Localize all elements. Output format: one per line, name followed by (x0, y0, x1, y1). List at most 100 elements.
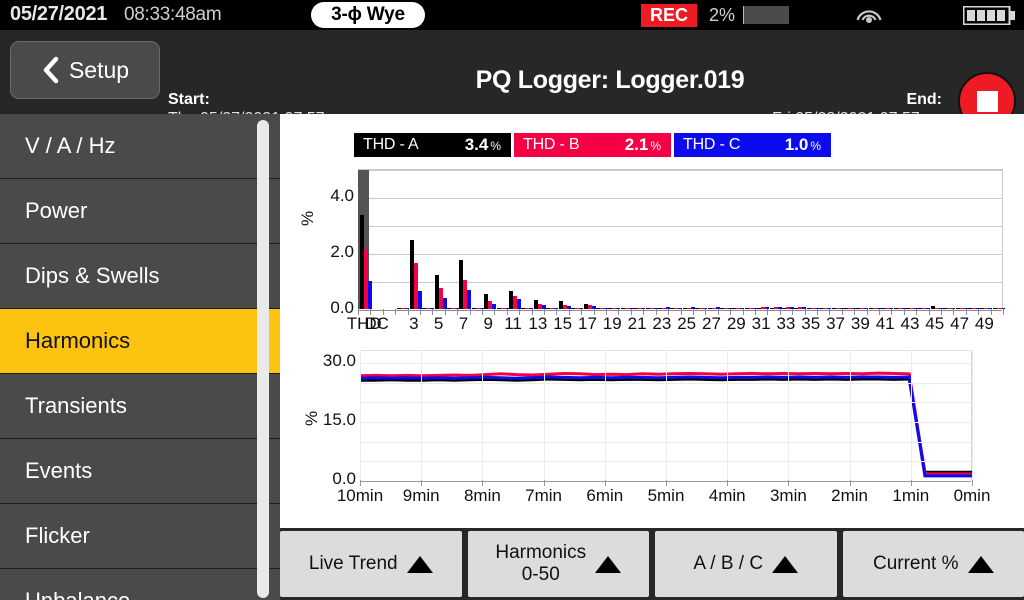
bar-group (918, 170, 930, 309)
bar-chart-x-label: DC (364, 314, 389, 334)
bar-group (856, 170, 868, 309)
bar-group (521, 170, 533, 309)
trend-chart-x-label: 9min (403, 486, 440, 506)
thd-badge-a: THD - A3.4% (354, 133, 511, 157)
bar-group (571, 170, 583, 309)
triangle-up-icon (772, 556, 798, 573)
bar-chart-x-label: 11 (504, 314, 522, 334)
thd-badge-value: 2.1 (625, 135, 649, 154)
trend-chart-plot-area[interactable] (360, 350, 972, 480)
bar-chart-x-tick-labels: THDDC35791113151719212325272931333537394… (280, 314, 1024, 338)
bar-chart-plot-area[interactable] (358, 169, 1003, 309)
thd-badge-value-group: 3.4% (465, 135, 501, 155)
trend-chart-x-tick-labels: 10min9min8min7min6min5min4min3min2min1mi… (280, 486, 1024, 510)
bar-group (385, 170, 397, 309)
bar-group (509, 170, 521, 309)
pq-logger-screen: 05/27/2021 08:33:48am 3-ϕ Wye REC 2% Set (0, 0, 1024, 600)
trend-chart-x-label: 3min (770, 486, 807, 506)
stop-square-icon (977, 91, 998, 112)
sidebar-item-label: V / A / Hz (25, 133, 115, 159)
bar-chart-x-label: 17 (578, 314, 597, 334)
bar-group (906, 170, 918, 309)
thd-badge-row: THD - A3.4%THD - B2.1%THD - C1.0% (354, 133, 831, 157)
setup-back-button[interactable]: Setup (10, 41, 160, 99)
sidebar-item-harmonics[interactable]: Harmonics (0, 309, 280, 374)
sidebar-item-label: Flicker (25, 523, 90, 549)
sidebar-scrollbar-track[interactable] (257, 120, 269, 598)
sidebar-item-label: Events (25, 458, 92, 484)
trend-chart-y-tick: 15.0 (310, 410, 356, 430)
sidebar-item-label: Transients (25, 393, 127, 419)
bar-group (608, 170, 620, 309)
bar-group (869, 170, 881, 309)
end-label: End: (772, 91, 942, 109)
thd-badge-b: THD - B2.1% (514, 133, 671, 157)
bar-group (646, 170, 658, 309)
toolbar-button-label-group: Current % (873, 553, 959, 575)
toolbar-button-label-group: Harmonics0-50 (495, 542, 586, 587)
memory-usage-label: 2% (709, 5, 735, 26)
trend-chart-gridline-v (421, 351, 422, 480)
bar-group (993, 170, 1005, 309)
trend-chart-y-tick: 30.0 (310, 351, 356, 371)
sidebar-item-dips-swells[interactable]: Dips & Swells (0, 244, 280, 309)
trend-chart-gridline-v (605, 351, 606, 480)
trend-chart-gridline-v (850, 351, 851, 480)
bar-chart-y-tick: 2.0 (310, 242, 354, 262)
bar-group (708, 170, 720, 309)
bar-group (770, 170, 782, 309)
bar-chart-x-label: 19 (603, 314, 622, 334)
bar-chart-x-label: 49 (975, 314, 994, 334)
sidebar-item-flicker[interactable]: Flicker (0, 504, 280, 569)
status-time: 08:33:48am (124, 4, 221, 26)
bar-group (360, 170, 372, 309)
bar-chart-x-label: 25 (677, 314, 696, 334)
bar-chart-x-label: 27 (702, 314, 721, 334)
bar-group (832, 170, 844, 309)
toolbar-button-harmonics[interactable]: Harmonics0-50 (468, 531, 650, 597)
thd-badge-value: 3.4 (465, 135, 489, 154)
bar-group (546, 170, 558, 309)
sidebar-list: V / A / Hz PowerDips & SwellsHarmonics Tra… (0, 114, 280, 600)
trend-chart-gridline-v (666, 351, 667, 480)
thd-badge-unit: % (810, 139, 821, 153)
sidebar-item-label: Unbalance (25, 588, 130, 600)
thd-badge-value-group: 1.0% (785, 135, 821, 155)
bar-chart-y-ticks: 0.02.04.0 (298, 162, 354, 338)
bar-group (894, 170, 906, 309)
bar-chart-x-label: 45 (925, 314, 944, 334)
bar-group (559, 170, 571, 309)
thd-badge-label: THD - B (523, 136, 579, 154)
trend-chart-gridline-v (482, 351, 483, 480)
memory-usage-fill (743, 6, 744, 24)
bar-group (497, 170, 509, 309)
triangle-up-icon (595, 556, 621, 573)
bar-group (447, 170, 459, 309)
harmonics-spectrum-chart: % 0.02.04.0 THDDC35791113151719212325272… (280, 162, 1024, 338)
start-label: Start: (168, 91, 347, 109)
trend-chart-gridline-v (911, 351, 912, 480)
bar-chart-x-label: 15 (553, 314, 572, 334)
toolbar-button-label: A / B / C (693, 553, 763, 575)
trend-chart-y-ticks: 0.015.030.0 (298, 342, 356, 482)
sidebar-item-transients[interactable]: Transients (0, 374, 280, 439)
sidebar-item-unbalance[interactable]: Unbalance (0, 569, 280, 600)
toolbar-button-a-b-c[interactable]: A / B / C (655, 531, 837, 597)
sidebar-item-power[interactable]: Power (0, 179, 280, 244)
bar-group (732, 170, 744, 309)
bar-group (819, 170, 831, 309)
sidebar-item-events[interactable]: Events (0, 439, 280, 504)
bar-c (443, 298, 447, 309)
bar-group (844, 170, 856, 309)
wireless-icon (853, 4, 885, 28)
toolbar-button-current[interactable]: Current % (843, 531, 1024, 597)
bar-group (633, 170, 645, 309)
wiring-config-badge[interactable]: 3-ϕ Wye (311, 2, 425, 28)
thd-trend-chart: % 0.015.030.0 10min9min8min7min6min5min4… (280, 342, 1024, 514)
toolbar-button-live-trend[interactable]: Live Trend (280, 531, 462, 597)
sidebar-item-v-a-hz[interactable]: V / A / Hz (0, 114, 280, 179)
recording-status-badge: REC (641, 4, 697, 27)
trend-chart-gridline-v (544, 351, 545, 480)
bar-group (794, 170, 806, 309)
bar-group (968, 170, 980, 309)
